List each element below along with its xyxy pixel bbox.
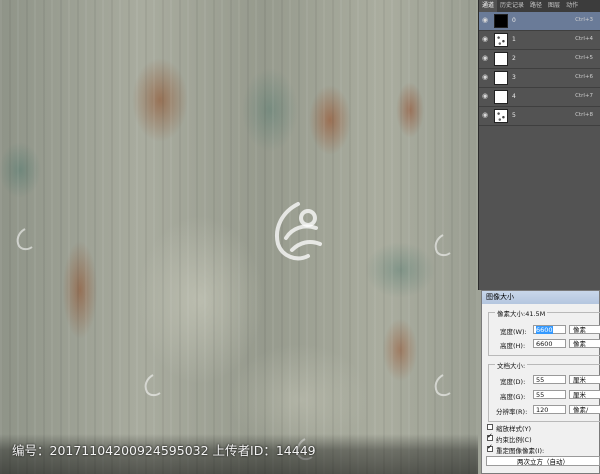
- panel-tabs: 通道 历史记录 路径 图层 动作: [479, 0, 600, 12]
- channel-thumbnail: [494, 90, 508, 104]
- channels-panel: 通道 历史记录 路径 图层 动作 ◉ 0 Ctrl+3 ◉ 1 Ctrl+4 ◉…: [478, 0, 600, 290]
- eye-icon[interactable]: ◉: [482, 55, 490, 62]
- resolution-input[interactable]: 120: [533, 405, 566, 414]
- resample-checkbox[interactable]: [487, 443, 493, 452]
- channel-row[interactable]: ◉ 3 Ctrl+6: [479, 69, 600, 88]
- scale-styles-label: 缩放样式(Y): [496, 425, 532, 433]
- channel-name: 2: [512, 55, 516, 62]
- eye-icon[interactable]: ◉: [482, 36, 490, 43]
- channel-thumbnail: [494, 33, 508, 47]
- channel-thumbnail: [494, 52, 508, 66]
- tab-paths[interactable]: 路径: [527, 0, 545, 12]
- channel-name: 0: [512, 17, 516, 24]
- channel-thumbnail: [494, 71, 508, 85]
- channel-name: 3: [512, 74, 516, 81]
- doc-height-label: 高度(G):: [500, 393, 526, 401]
- scale-styles-checkbox[interactable]: [487, 424, 493, 430]
- doc-height-unit-select[interactable]: 厘米: [569, 390, 600, 399]
- doc-width-input[interactable]: 55: [533, 375, 566, 384]
- doc-width-label: 宽度(D):: [500, 378, 526, 386]
- channel-name: 4: [512, 93, 516, 100]
- channel-shortcut: Ctrl+7: [575, 93, 593, 99]
- width-label: 宽度(W):: [500, 328, 527, 336]
- channel-thumbnail: [494, 109, 508, 123]
- watermark-logo-icon: [275, 202, 322, 261]
- eye-icon[interactable]: ◉: [482, 74, 490, 81]
- eye-icon[interactable]: ◉: [482, 112, 490, 119]
- constrain-proportions-label: 约束比例(C): [496, 436, 532, 444]
- channel-row[interactable]: ◉ 1 Ctrl+4: [479, 31, 600, 50]
- pixel-dimensions-label: 像素大小:41.5M: [495, 308, 548, 318]
- tab-channels[interactable]: 通道: [479, 0, 498, 12]
- channel-row[interactable]: ◉ 0 Ctrl+3: [479, 12, 600, 31]
- channel-shortcut: Ctrl+4: [575, 36, 593, 42]
- image-size-dialog: 图像大小 像素大小:41.5M 宽度(W): 6600 像素 高度(H): 66…: [481, 290, 600, 474]
- texture-overlay: [0, 0, 478, 474]
- constrain-proportions-checkbox[interactable]: [487, 432, 493, 441]
- width-unit-select[interactable]: 像素: [569, 325, 600, 334]
- tab-actions[interactable]: 动作: [563, 0, 581, 12]
- tab-history[interactable]: 历史记录: [497, 0, 527, 12]
- channel-name: 5: [512, 112, 516, 119]
- resample-method-select[interactable]: 两次立方（自动）: [486, 456, 600, 466]
- channel-shortcut: Ctrl+6: [575, 74, 593, 80]
- watermark-small-icon: [434, 374, 451, 397]
- resolution-unit-select[interactable]: 像素/: [569, 405, 600, 414]
- image-caption: 编号：20171104200924595032 上传者ID：14449: [12, 443, 316, 458]
- height-unit-select[interactable]: 像素: [569, 339, 600, 348]
- channel-row[interactable]: ◉ 5 Ctrl+8: [479, 107, 600, 126]
- resolution-label: 分辨率(R):: [496, 408, 528, 416]
- document-size-label: 文档大小:: [495, 360, 528, 370]
- watermark-small-icon: [16, 228, 33, 251]
- height-input[interactable]: 6600: [533, 339, 566, 348]
- tab-layers[interactable]: 图层: [545, 0, 563, 12]
- doc-width-unit-select[interactable]: 厘米: [569, 375, 600, 384]
- doc-height-input[interactable]: 55: [533, 390, 566, 399]
- width-input[interactable]: 6600: [533, 325, 566, 334]
- eye-icon[interactable]: ◉: [482, 17, 490, 24]
- channel-shortcut: Ctrl+5: [575, 55, 593, 61]
- watermark-small-icon: [144, 374, 161, 397]
- channel-row[interactable]: ◉ 2 Ctrl+5: [479, 50, 600, 69]
- resample-label: 重定图像像素(I):: [496, 447, 545, 455]
- channel-name: 1: [512, 36, 516, 43]
- channel-shortcut: Ctrl+8: [575, 112, 593, 118]
- eye-icon[interactable]: ◉: [482, 93, 490, 100]
- channel-thumbnail: [494, 14, 508, 28]
- dialog-title: 图像大小: [482, 291, 599, 304]
- channel-row[interactable]: ◉ 4 Ctrl+7: [479, 88, 600, 107]
- watermark-small-icon: [434, 234, 451, 257]
- image-canvas[interactable]: [0, 0, 478, 474]
- channel-shortcut: Ctrl+3: [575, 17, 593, 23]
- height-label: 高度(H):: [500, 342, 526, 350]
